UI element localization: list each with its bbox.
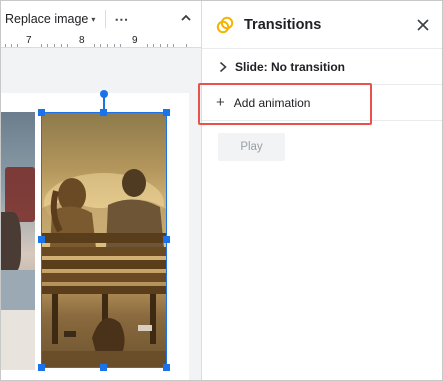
transitions-icon [216, 16, 234, 33]
image-toolbar: Replace image ▾ ⋯ [1, 1, 201, 37]
replace-image-button[interactable]: Replace image ▾ [5, 12, 95, 26]
slide-transition-row[interactable]: Slide: No transition [202, 49, 442, 85]
street-photo[interactable] [1, 112, 35, 370]
resize-handle-bottom-left[interactable] [38, 364, 45, 371]
chevron-up-icon[interactable] [179, 11, 193, 25]
resize-handle-top-right[interactable] [163, 109, 170, 116]
resize-handle-top[interactable] [100, 109, 107, 116]
panel-title: Transitions [244, 16, 322, 33]
resize-handle-left[interactable] [38, 236, 45, 243]
plus-icon: + [216, 93, 225, 111]
app-window: Replace image ▾ ⋯ 7 8 9 Transitions Slid… [0, 0, 443, 381]
resize-handle-bottom-right[interactable] [163, 364, 170, 371]
resize-handle-bottom[interactable] [100, 364, 107, 371]
toolbar-divider [105, 10, 107, 28]
horizontal-ruler: 7 8 9 [1, 35, 201, 48]
rotate-handle[interactable] [100, 90, 108, 98]
more-options-button[interactable]: ⋯ [114, 11, 129, 28]
add-animation-button[interactable]: + Add animation [202, 85, 442, 121]
bench-couple-photo[interactable] [42, 113, 166, 367]
panel-header: Transitions [202, 1, 442, 49]
ruler-mark: 8 [79, 35, 85, 46]
transitions-panel: Transitions Slide: No transition + Add a… [198, 1, 442, 380]
replace-image-label: Replace image [5, 12, 89, 26]
ruler-mark: 9 [132, 35, 138, 46]
dropdown-caret-icon: ▾ [91, 15, 96, 24]
bench-couple-illustration [42, 169, 166, 367]
slide-transition-label: Slide: No transition [235, 59, 346, 74]
resize-handle-right[interactable] [163, 236, 170, 243]
add-animation-label: Add animation [233, 95, 311, 110]
resize-handle-top-left[interactable] [38, 109, 45, 116]
ruler-mark: 7 [26, 35, 32, 46]
chevron-right-icon [219, 61, 227, 72]
close-icon[interactable] [416, 18, 430, 32]
play-button[interactable]: Play [218, 133, 285, 161]
slide-editor: Replace image ▾ ⋯ 7 8 9 [1, 1, 201, 380]
